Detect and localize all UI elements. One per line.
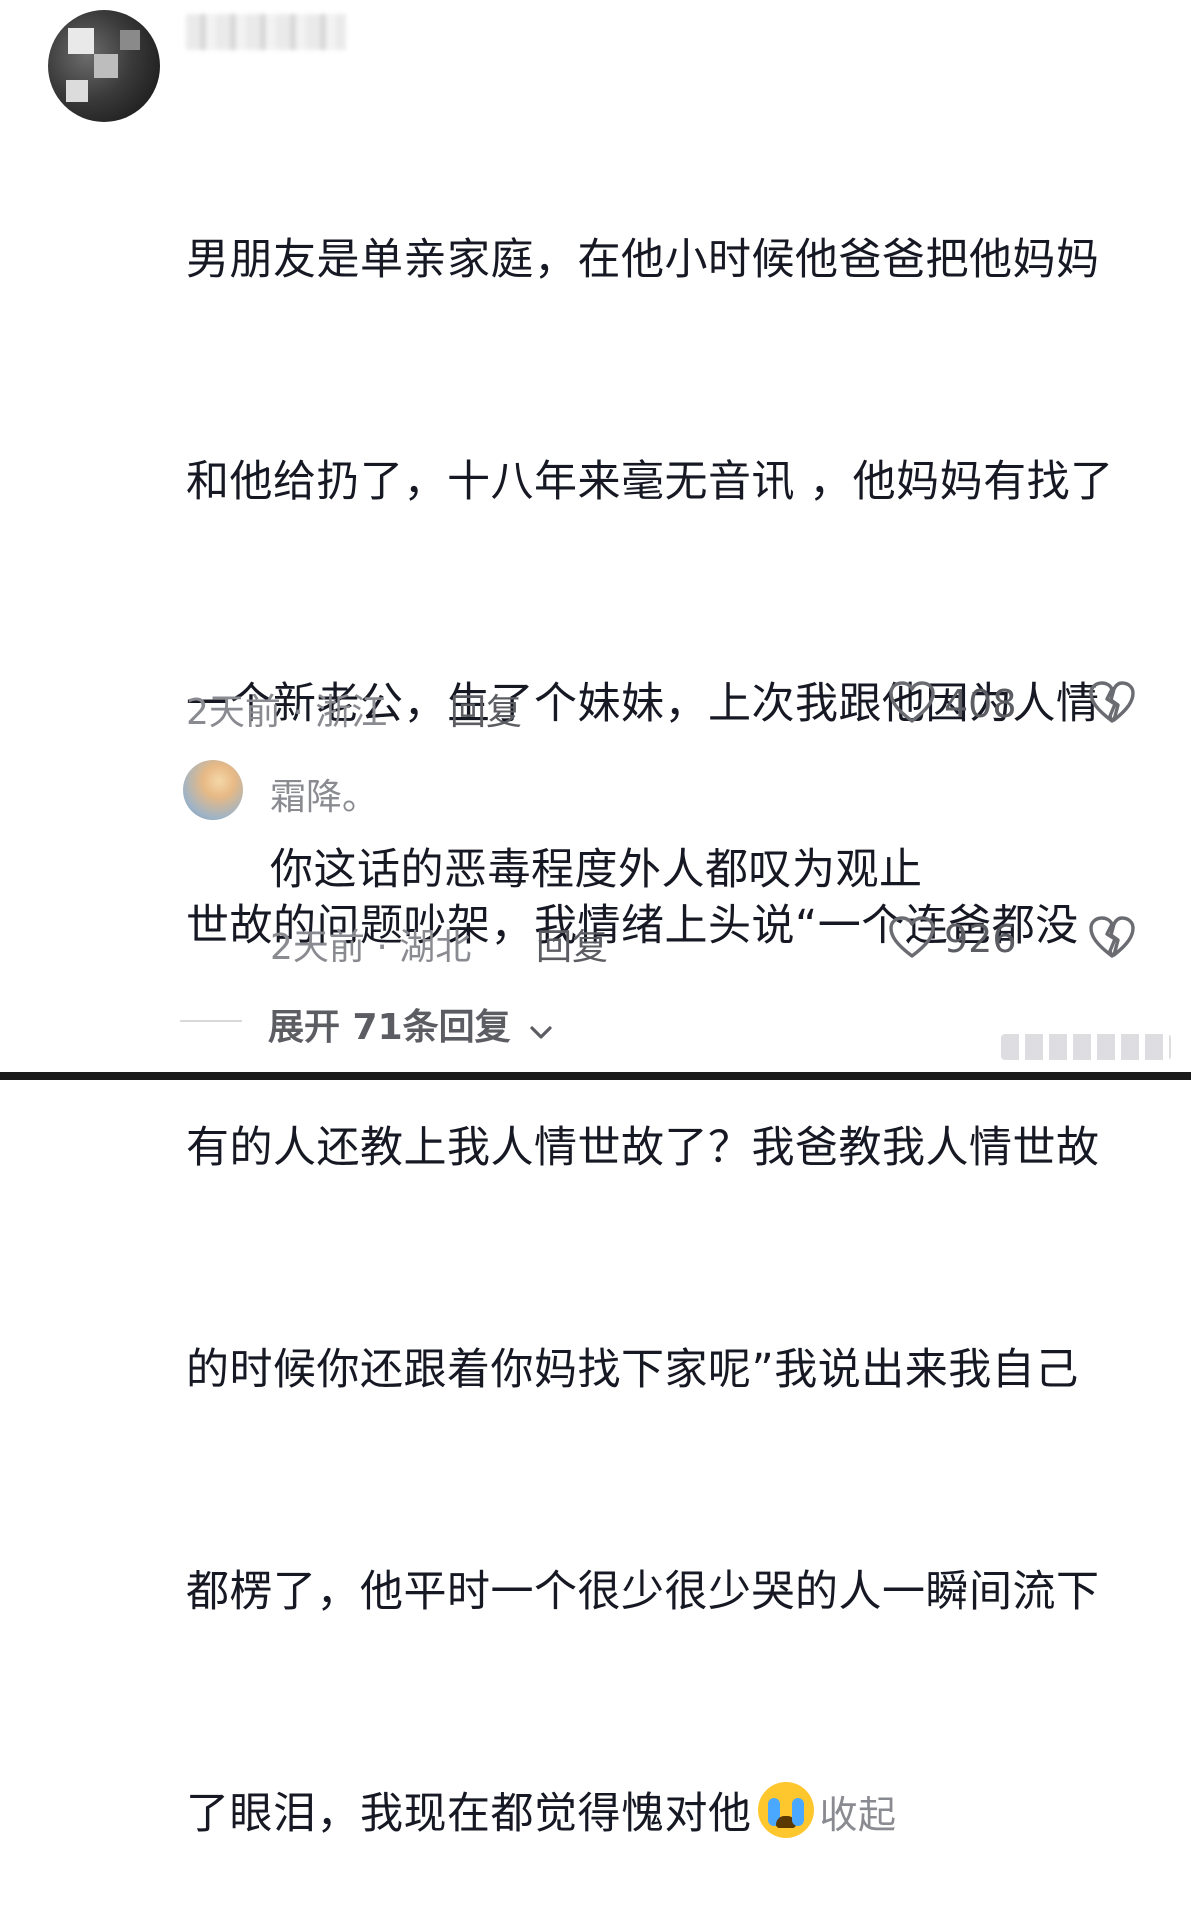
reply-button[interactable]: 回复 <box>450 683 522 735</box>
reply-meta: 2天前 · 湖北 <box>270 927 472 968</box>
reply-reply-button[interactable]: 回复 <box>536 918 608 970</box>
reply-avatar[interactable] <box>183 760 243 820</box>
like-count: 408 <box>944 682 1017 726</box>
comment-last-line: 了眼泪，我现在都觉得愧对他 收起 <box>186 1777 1141 1852</box>
watermark-redacted <box>1001 1034 1171 1060</box>
reply-like-heart-icon[interactable] <box>888 915 936 959</box>
reply-text: 你这话的恶毒程度外人都叹为观止 <box>270 845 923 895</box>
comment-meta: 2天前 · 浙江 <box>186 692 388 733</box>
like-heart-icon[interactable] <box>888 680 936 724</box>
commenter-avatar[interactable] <box>48 10 160 122</box>
comment-line: 了眼泪，我现在都觉得愧对他 <box>186 1789 752 1839</box>
dislike-broken-heart-icon[interactable] <box>1088 680 1136 724</box>
comment-line: 和他给扔了，十八年来毫无音讯 ，他妈妈有找了 <box>186 457 1114 507</box>
reply-dislike-broken-heart-icon[interactable] <box>1088 915 1136 959</box>
comment-line: 的时候你还跟着你妈找下家呢”我说出来我自己 <box>186 1345 1079 1395</box>
reply-author-name[interactable]: 霜降。 <box>270 768 378 820</box>
comment-line: 都楞了，他平时一个很少很少哭的人一瞬间流下 <box>186 1567 1100 1617</box>
expand-replies-button[interactable]: 展开 71条回复 <box>268 998 553 1050</box>
commenter-name-redacted <box>186 14 346 50</box>
collapse-link[interactable]: 收起 <box>820 1793 897 1837</box>
comment-line: 男朋友是单亲家庭，在他小时候他爸爸把他妈妈 <box>186 235 1100 285</box>
divider <box>180 1020 242 1022</box>
chevron-down-icon <box>529 1009 553 1050</box>
crying-face-icon <box>757 1782 814 1838</box>
bottom-edge <box>0 1072 1191 1080</box>
expand-replies-label: 展开 71条回复 <box>268 1007 511 1048</box>
reply-like-count: 926 <box>944 917 1017 961</box>
comment-line: 有的人还教上我人情世故了？我爸教我人情世故 <box>186 1123 1100 1173</box>
